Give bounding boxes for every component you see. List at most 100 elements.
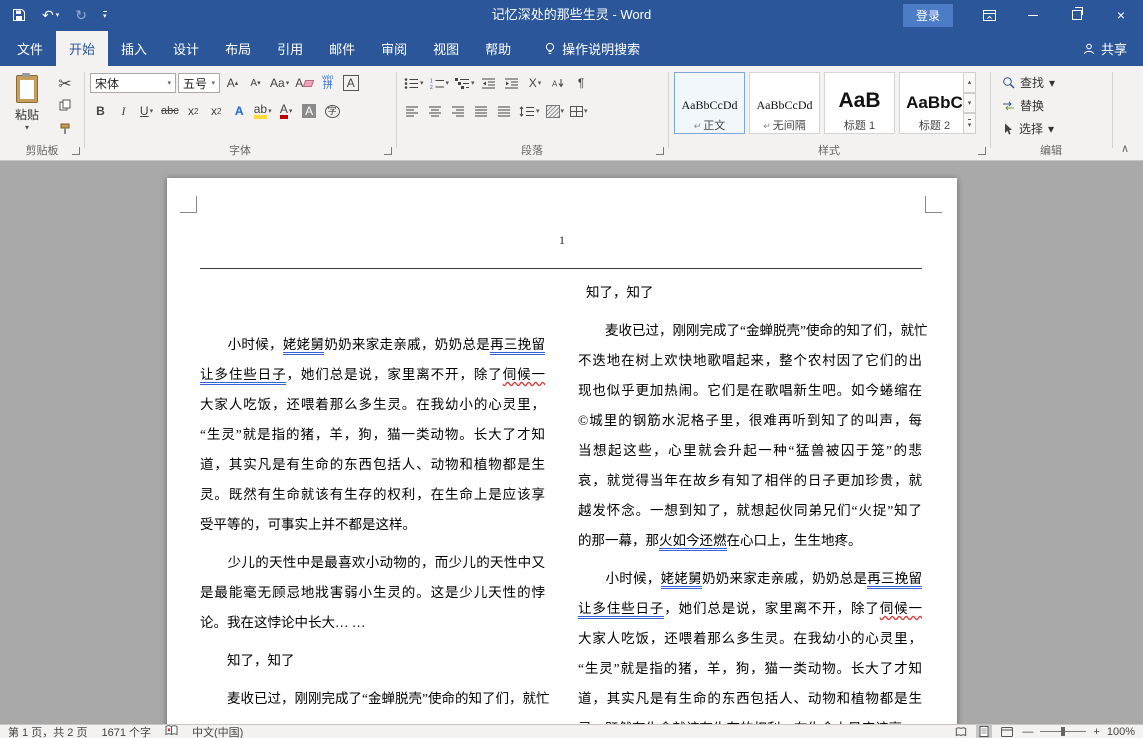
bullets-button[interactable]: ▾ xyxy=(402,73,426,93)
tab-设计[interactable]: 设计 xyxy=(160,31,212,66)
doc-line[interactable]: 不迭地在树上欢快地歌唱起来，整个农村因了它们的出 xyxy=(578,346,922,376)
styles-more-button[interactable]: ▾ xyxy=(963,113,976,134)
tab-布局[interactable]: 布局 xyxy=(212,31,264,66)
style-card-正文[interactable]: AaBbCcDd↵正文 xyxy=(674,72,745,134)
restore-button[interactable] xyxy=(1055,0,1099,30)
doc-line[interactable]: 道，其实凡是有生命的东西包括人、动物和植物都是生 xyxy=(200,450,545,480)
distribute-button[interactable] xyxy=(494,101,515,121)
share-button[interactable]: 共享 xyxy=(1067,31,1143,66)
sort-button[interactable]: A xyxy=(548,73,569,93)
doc-line[interactable]: 知了，知了 xyxy=(586,278,922,308)
print-layout-button[interactable] xyxy=(976,725,992,738)
doc-line[interactable]: 让多住些日子，她们总是说，家里离不开，除了伺候一 xyxy=(200,360,545,390)
doc-line[interactable]: 现也似乎更加热闹。它们是在歌唱新生吧。如今蜷缩在 xyxy=(578,376,922,406)
styles-scroll-up-button[interactable]: ▴ xyxy=(963,72,976,93)
tab-插入[interactable]: 插入 xyxy=(108,31,160,66)
enclose-characters-button[interactable]: 字 xyxy=(322,101,343,121)
strikethrough-button[interactable]: abc xyxy=(159,101,181,121)
asian-layout-button[interactable]: X▾ xyxy=(525,73,546,93)
decrease-indent-button[interactable] xyxy=(479,73,500,93)
doc-line[interactable]: “生灵”就是指的猪，羊，狗，猫一类动物。长大了才知 xyxy=(200,420,545,450)
proofing-status-button[interactable] xyxy=(165,725,178,738)
word-count[interactable]: 1671 个字 xyxy=(101,724,151,738)
borders-button[interactable]: ▾ xyxy=(568,101,590,121)
character-border-button[interactable]: A xyxy=(340,73,361,93)
tab-引用[interactable]: 引用 xyxy=(264,31,316,66)
page-indicator[interactable]: 第 1 页，共 2 页 xyxy=(8,724,87,738)
style-card-标题 1[interactable]: AaB标题 1 xyxy=(824,72,895,134)
doc-line[interactable]: 受平等的，可事实上并不都是这样。 xyxy=(200,510,545,540)
doc-line[interactable]: 的那一幕，那火如今还燃在心口上，生生地疼。 xyxy=(578,526,922,556)
cut-button[interactable]: ✂ xyxy=(54,74,76,94)
styles-scroll-down-button[interactable]: ▾ xyxy=(963,93,976,114)
superscript-button[interactable]: x2 xyxy=(206,101,227,121)
doc-line[interactable]: ©城里的钢筋水泥格子里，很难再听到知了的叫声，每 xyxy=(578,406,922,436)
character-shading-button[interactable]: A xyxy=(299,101,320,121)
collapse-ribbon-button[interactable]: ∧ xyxy=(1121,142,1129,155)
doc-line[interactable]: “生灵”就是指的猪，羊，狗，猫一类动物。长大了才知 xyxy=(578,654,922,684)
numbering-button[interactable]: 12▾ xyxy=(428,73,452,93)
doc-line[interactable]: 大家人吃饭，还喂着那么多生灵。在我幼小的心灵里， xyxy=(578,624,922,654)
doc-line[interactable]: 越发怀念。一想到知了，就想起伙同弟兄们“火捉”知了 xyxy=(578,496,922,526)
doc-line[interactable]: 麦收已过，刚刚完成了“金蝉脱壳”使命的知了们，就忙 xyxy=(578,316,922,346)
document-area[interactable]: 1 小时候，姥姥舅奶奶来家走亲戚，奶奶总是再三挽留让多住些日子，她们总是说，家里… xyxy=(0,161,1143,724)
tab-开始[interactable]: 开始 xyxy=(56,31,108,66)
tab-邮件[interactable]: 邮件 xyxy=(316,31,368,66)
clear-formatting-button[interactable]: A xyxy=(293,73,315,93)
doc-line[interactable]: 论。我在这悖论中长大… … xyxy=(200,608,545,638)
doc-line[interactable]: 知了，知了 xyxy=(200,646,545,676)
tell-me-box[interactable]: 操作说明搜索 xyxy=(534,31,650,66)
doc-line[interactable]: 当想起这些，心里就会升起一种“猛兽被囚于笼”的悲 xyxy=(578,436,922,466)
doc-line[interactable]: 大家人吃饭，还喂着那么多生灵。在我幼小的心灵里， xyxy=(200,390,545,420)
shading-button[interactable]: ▾ xyxy=(544,101,567,121)
increase-indent-button[interactable] xyxy=(502,73,523,93)
zoom-slider[interactable] xyxy=(1040,731,1086,732)
doc-line[interactable]: 是最能毫无顾忌地戕害弱小生灵的。这是少儿天性的悖 xyxy=(200,578,545,608)
find-button[interactable]: 查找▾ xyxy=(1002,74,1055,91)
doc-line[interactable]: 灵。既然有生命就该有生存的权利，在生命上是应该享 xyxy=(200,480,545,510)
doc-line[interactable]: 灵。既然有生命就该有生存的权利，在生命上是应该享 xyxy=(578,714,922,724)
paste-button[interactable]: 粘贴 ▾ xyxy=(6,72,48,146)
zoom-slider-thumb[interactable] xyxy=(1061,727,1065,736)
justify-button[interactable] xyxy=(471,101,492,121)
styles-dialog-launcher[interactable] xyxy=(978,147,986,155)
document-page[interactable]: 1 小时候，姥姥舅奶奶来家走亲戚，奶奶总是再三挽留让多住些日子，她们总是说，家里… xyxy=(167,178,957,724)
font-size-combobox[interactable]: 五号▾ xyxy=(178,73,220,93)
subscript-button[interactable]: x2 xyxy=(183,101,204,121)
close-button[interactable]: × xyxy=(1099,0,1143,30)
style-card-无间隔[interactable]: AaBbCcDd↵无间隔 xyxy=(749,72,820,134)
zoom-level[interactable]: 100% xyxy=(1107,726,1135,738)
tab-帮助[interactable]: 帮助 xyxy=(472,31,524,66)
align-center-button[interactable] xyxy=(425,101,446,121)
doc-line[interactable]: 少儿的天性中是最喜欢小动物的，而少儿的天性中又 xyxy=(200,548,545,578)
zoom-in-button[interactable]: + xyxy=(1093,726,1099,738)
doc-line[interactable]: 让多住些日子，她们总是说，家里离不开，除了伺候一 xyxy=(578,594,922,624)
font-dialog-launcher[interactable] xyxy=(384,147,392,155)
zoom-out-button[interactable]: — xyxy=(1022,726,1033,738)
sign-in-button[interactable]: 登录 xyxy=(903,4,953,27)
doc-line[interactable]: 小时候，姥姥舅奶奶来家走亲戚，奶奶总是再三挽留 xyxy=(200,330,545,360)
doc-line[interactable]: 小时候，姥姥舅奶奶来家走亲戚，奶奶总是再三挽留 xyxy=(578,564,922,594)
font-color-button[interactable]: A▾ xyxy=(276,101,297,121)
replace-button[interactable]: 替换 xyxy=(1002,97,1044,114)
underline-button[interactable]: U▾ xyxy=(136,101,157,121)
style-card-标题 2[interactable]: AaBbC标题 2 xyxy=(899,72,970,134)
paragraph-dialog-launcher[interactable] xyxy=(656,147,664,155)
multilevel-list-button[interactable]: ▾ xyxy=(453,73,477,93)
italic-button[interactable]: I xyxy=(113,101,134,121)
doc-line[interactable]: 哀，就觉得当年在故乡有知了相伴的日子更加珍贵，就 xyxy=(578,466,922,496)
minimize-button[interactable] xyxy=(1011,0,1055,30)
tab-审阅[interactable]: 审阅 xyxy=(368,31,420,66)
change-case-button[interactable]: Aa▾ xyxy=(268,73,291,93)
show-marks-button[interactable]: ¶ xyxy=(571,73,592,93)
language-indicator[interactable]: 中文(中国) xyxy=(192,724,243,738)
ribbon-display-options-button[interactable] xyxy=(967,0,1011,30)
doc-line[interactable]: 麦收已过，刚刚完成了“金蝉脱壳”使命的知了们，就忙 xyxy=(200,684,545,714)
bold-button[interactable]: B xyxy=(90,101,111,121)
copy-button[interactable] xyxy=(54,98,76,116)
font-name-combobox[interactable]: 宋体▾ xyxy=(90,73,176,93)
read-mode-button[interactable] xyxy=(953,725,969,738)
shrink-font-button[interactable]: A▾ xyxy=(245,73,266,93)
line-spacing-button[interactable]: ▾ xyxy=(517,101,542,121)
select-button[interactable]: 选择▾ xyxy=(1002,120,1054,137)
